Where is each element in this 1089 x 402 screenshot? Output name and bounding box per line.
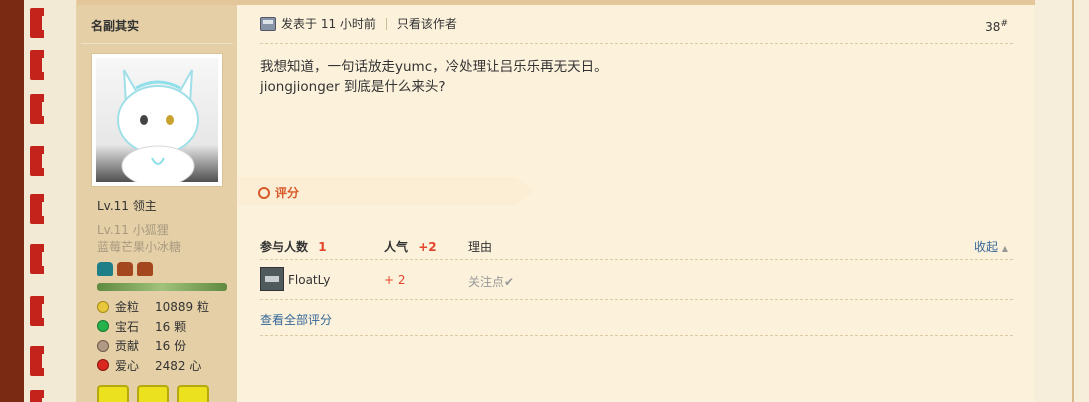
sidebar-divider [81, 43, 233, 44]
medal-icon[interactable] [137, 262, 153, 276]
level-progress-bar [97, 283, 227, 291]
rating-table: 参与人数 1 人气 +2 理由 收起 ▲ FloatLy + 2 关注点✔ 查看… [260, 235, 1013, 336]
rating-row-separator [260, 299, 1013, 300]
gold-icon [97, 300, 109, 313]
rating-circle-icon [258, 186, 270, 199]
view-all-ratings-link[interactable]: 查看全部评分 [260, 311, 332, 328]
participants-count: 1 [318, 240, 327, 254]
rater-avatar[interactable] [260, 267, 284, 291]
post-content: 我想知道，一句话放走yumc，冷处理让吕乐乐再无天日。 jiongjionger… [260, 57, 608, 97]
medal-icon[interactable] [117, 262, 133, 276]
stat-value: 16 份 [155, 339, 187, 354]
badge-icon[interactable] [177, 385, 209, 402]
post-text-line: jiongjionger 到底是什么来头? [260, 79, 446, 95]
author-stats: 金粒 10889 粒 宝石 16 颗 贡献 16 份 爱心 2482 心 [97, 297, 209, 375]
author-badge-row [97, 385, 209, 402]
stat-gem: 宝石 16 颗 [97, 317, 209, 337]
gem-icon [97, 320, 109, 333]
stat-label: 贡献 [115, 339, 140, 354]
page-left-border [0, 0, 24, 402]
stat-value: 16 颗 [155, 319, 187, 334]
caret-up-icon: ▲ [1001, 244, 1008, 253]
author-medal-row [97, 262, 153, 276]
rating-header: 参与人数 1 人气 +2 理由 收起 ▲ [260, 235, 1013, 257]
rater-reason: 关注点✔ [468, 275, 515, 289]
forum-post: 名副其实 Lv.11 领主 Lv.11 小狐狸 蓝莓芒果小冰糖 金粒 10889… [76, 0, 1035, 402]
stat-love: 爱心 2482 心 [97, 356, 209, 376]
page-right-background [1034, 0, 1089, 402]
stat-value: 2482 心 [155, 358, 202, 373]
stat-contribution: 贡献 16 份 [97, 336, 209, 356]
badge-icon[interactable] [137, 385, 169, 402]
badge-icon[interactable] [97, 385, 129, 402]
rater-name[interactable]: FloatLy [288, 273, 330, 287]
rating-title: 评分 [275, 186, 300, 200]
post-time: 发表于 11 小时前 [281, 17, 376, 31]
stat-label: 宝石 [115, 319, 140, 334]
collapse-rating-link[interactable]: 收起 ▲ [974, 238, 1008, 255]
author-avatar[interactable] [91, 53, 223, 187]
medal-icon[interactable] [97, 262, 113, 276]
stat-label: 金粒 [115, 300, 140, 315]
page-right-border [1072, 0, 1074, 402]
stat-value: 10889 粒 [155, 300, 209, 315]
author-custom-title: 蓝莓芒果小冰糖 [97, 240, 182, 254]
author-level[interactable]: Lv.11 领主 [97, 197, 157, 214]
avatar-fox-illustration [117, 69, 199, 182]
floor-mark: # [1000, 19, 1008, 29]
reason-header: 理由 [468, 240, 493, 254]
stat-gold: 金粒 10889 粒 [97, 297, 209, 317]
rating-footer-separator [260, 335, 1013, 336]
online-status-icon [260, 16, 276, 31]
author-name[interactable]: 名副其实 [91, 17, 139, 34]
author-level-sub: Lv.11 小狐狸 [97, 223, 169, 237]
rating-label: 评分 [258, 184, 299, 201]
post-text-line: 我想知道，一句话放走yumc，冷处理让吕乐乐再无天日。 [260, 59, 608, 75]
page-left-decoration [24, 0, 48, 402]
author-sidebar: 名副其实 Lv.11 领主 Lv.11 小狐狸 蓝莓芒果小冰糖 金粒 10889… [77, 5, 237, 402]
rating-row: FloatLy + 2 关注点✔ [260, 259, 1013, 295]
post-meta: 发表于 11 小时前 只看该作者 [260, 15, 457, 32]
contribution-icon [97, 339, 109, 352]
collapse-label: 收起 [974, 240, 999, 254]
meta-separator [260, 43, 1013, 44]
post-floor-number[interactable]: 38# [985, 19, 1008, 34]
only-author-link[interactable]: 只看该作者 [397, 15, 457, 32]
stat-label: 爱心 [115, 358, 140, 373]
meta-divider [385, 17, 387, 30]
popularity-header: 人气 +2 [384, 238, 437, 255]
participants-header: 参与人数 1 [260, 238, 327, 255]
rater-score: + 2 [384, 273, 406, 287]
popularity-label: 人气 [384, 240, 409, 254]
apple-heart-icon [97, 359, 109, 372]
participants-label: 参与人数 [260, 240, 309, 254]
floor-number: 38 [985, 20, 1001, 34]
popularity-total: +2 [418, 240, 437, 254]
post-main: 发表于 11 小时前 只看该作者 38# 我想知道，一句话放走yumc，冷处理让… [238, 5, 1035, 402]
